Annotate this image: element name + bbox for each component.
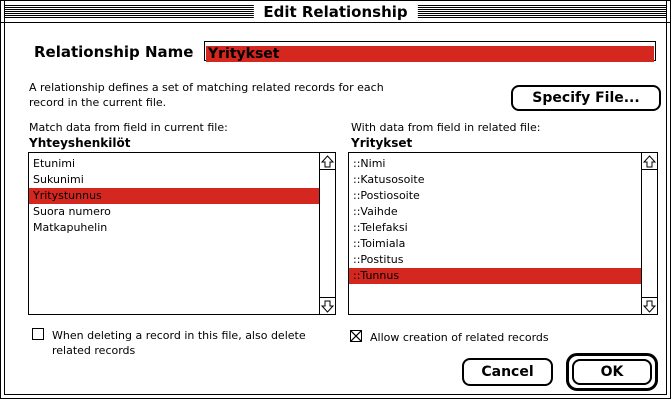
relationship-name-value: Yritykset xyxy=(206,46,654,62)
right-field-item[interactable]: ::Tunnus xyxy=(349,268,641,284)
relationship-name-label: Relationship Name xyxy=(34,43,194,61)
left-field-item[interactable]: Matkapuhelin xyxy=(29,220,319,236)
right-list-rows: ::Nimi::Katusosoite::Postiosoite::Vaihde… xyxy=(349,153,641,314)
left-field-item[interactable]: Sukunimi xyxy=(29,172,319,188)
scroll-up-arrow-icon[interactable] xyxy=(642,153,657,170)
ok-button[interactable]: OK xyxy=(572,359,652,385)
allow-creation-label: Allow creation of related records xyxy=(370,331,549,344)
current-file-field-list[interactable]: Etunimi Sukunimi Yritystunnus Suora numero M… xyxy=(28,152,336,315)
left-field-item[interactable]: Etunimi xyxy=(29,156,319,172)
right-field-item[interactable]: ::Postitus xyxy=(349,252,641,268)
right-field-item[interactable]: ::Postiosoite xyxy=(349,188,641,204)
right-list-heading: With data from field in related file: xyxy=(351,121,541,134)
left-list-heading: Match data from field in current file: xyxy=(29,121,228,134)
left-field-item[interactable]: Suora numero xyxy=(29,204,319,220)
specify-file-button[interactable]: Specify File... xyxy=(511,85,661,111)
right-field-item[interactable]: ::Toimiala xyxy=(349,236,641,252)
title-bar[interactable]: Edit Relationship xyxy=(1,1,670,23)
right-list-file-name: Yritykset xyxy=(351,136,413,150)
left-list-scrollbar[interactable] xyxy=(319,153,335,314)
relationship-name-field[interactable]: Yritykset xyxy=(204,41,656,62)
checkmark-x-icon xyxy=(351,331,361,341)
right-field-item[interactable]: ::Nimi xyxy=(349,156,641,172)
delete-related-label: When deleting a record in this file, als… xyxy=(52,329,306,357)
left-list-file-name: Yhteyshenkilöt xyxy=(29,136,131,150)
right-field-item[interactable]: ::Vaihde xyxy=(349,204,641,220)
delete-related-option[interactable]: When deleting a record in this file, als… xyxy=(32,328,322,358)
allow-creation-checkbox[interactable] xyxy=(350,330,362,342)
right-list-scrollbar[interactable] xyxy=(641,153,657,314)
cancel-button[interactable]: Cancel xyxy=(462,358,553,386)
scroll-down-arrow-icon[interactable] xyxy=(642,297,657,314)
dialog-title: Edit Relationship xyxy=(253,2,418,22)
right-field-item[interactable]: ::Katusosoite xyxy=(349,172,641,188)
related-file-field-list[interactable]: ::Nimi::Katusosoite::Postiosoite::Vaihde… xyxy=(348,152,658,315)
scroll-down-arrow-icon[interactable] xyxy=(320,297,335,314)
allow-creation-option[interactable]: Allow creation of related records xyxy=(350,330,650,345)
left-list-rows: Etunimi Sukunimi Yritystunnus Suora numero M… xyxy=(29,153,319,314)
relationship-description: A relationship defines a set of matching… xyxy=(29,81,384,109)
edit-relationship-dialog: Edit Relationship Relationship Name Yrit… xyxy=(0,0,671,399)
right-field-item[interactable]: ::Telefaksi xyxy=(349,220,641,236)
left-field-item[interactable]: Yritystunnus xyxy=(29,188,319,204)
scroll-up-arrow-icon[interactable] xyxy=(320,153,335,170)
delete-related-checkbox[interactable] xyxy=(32,328,44,340)
